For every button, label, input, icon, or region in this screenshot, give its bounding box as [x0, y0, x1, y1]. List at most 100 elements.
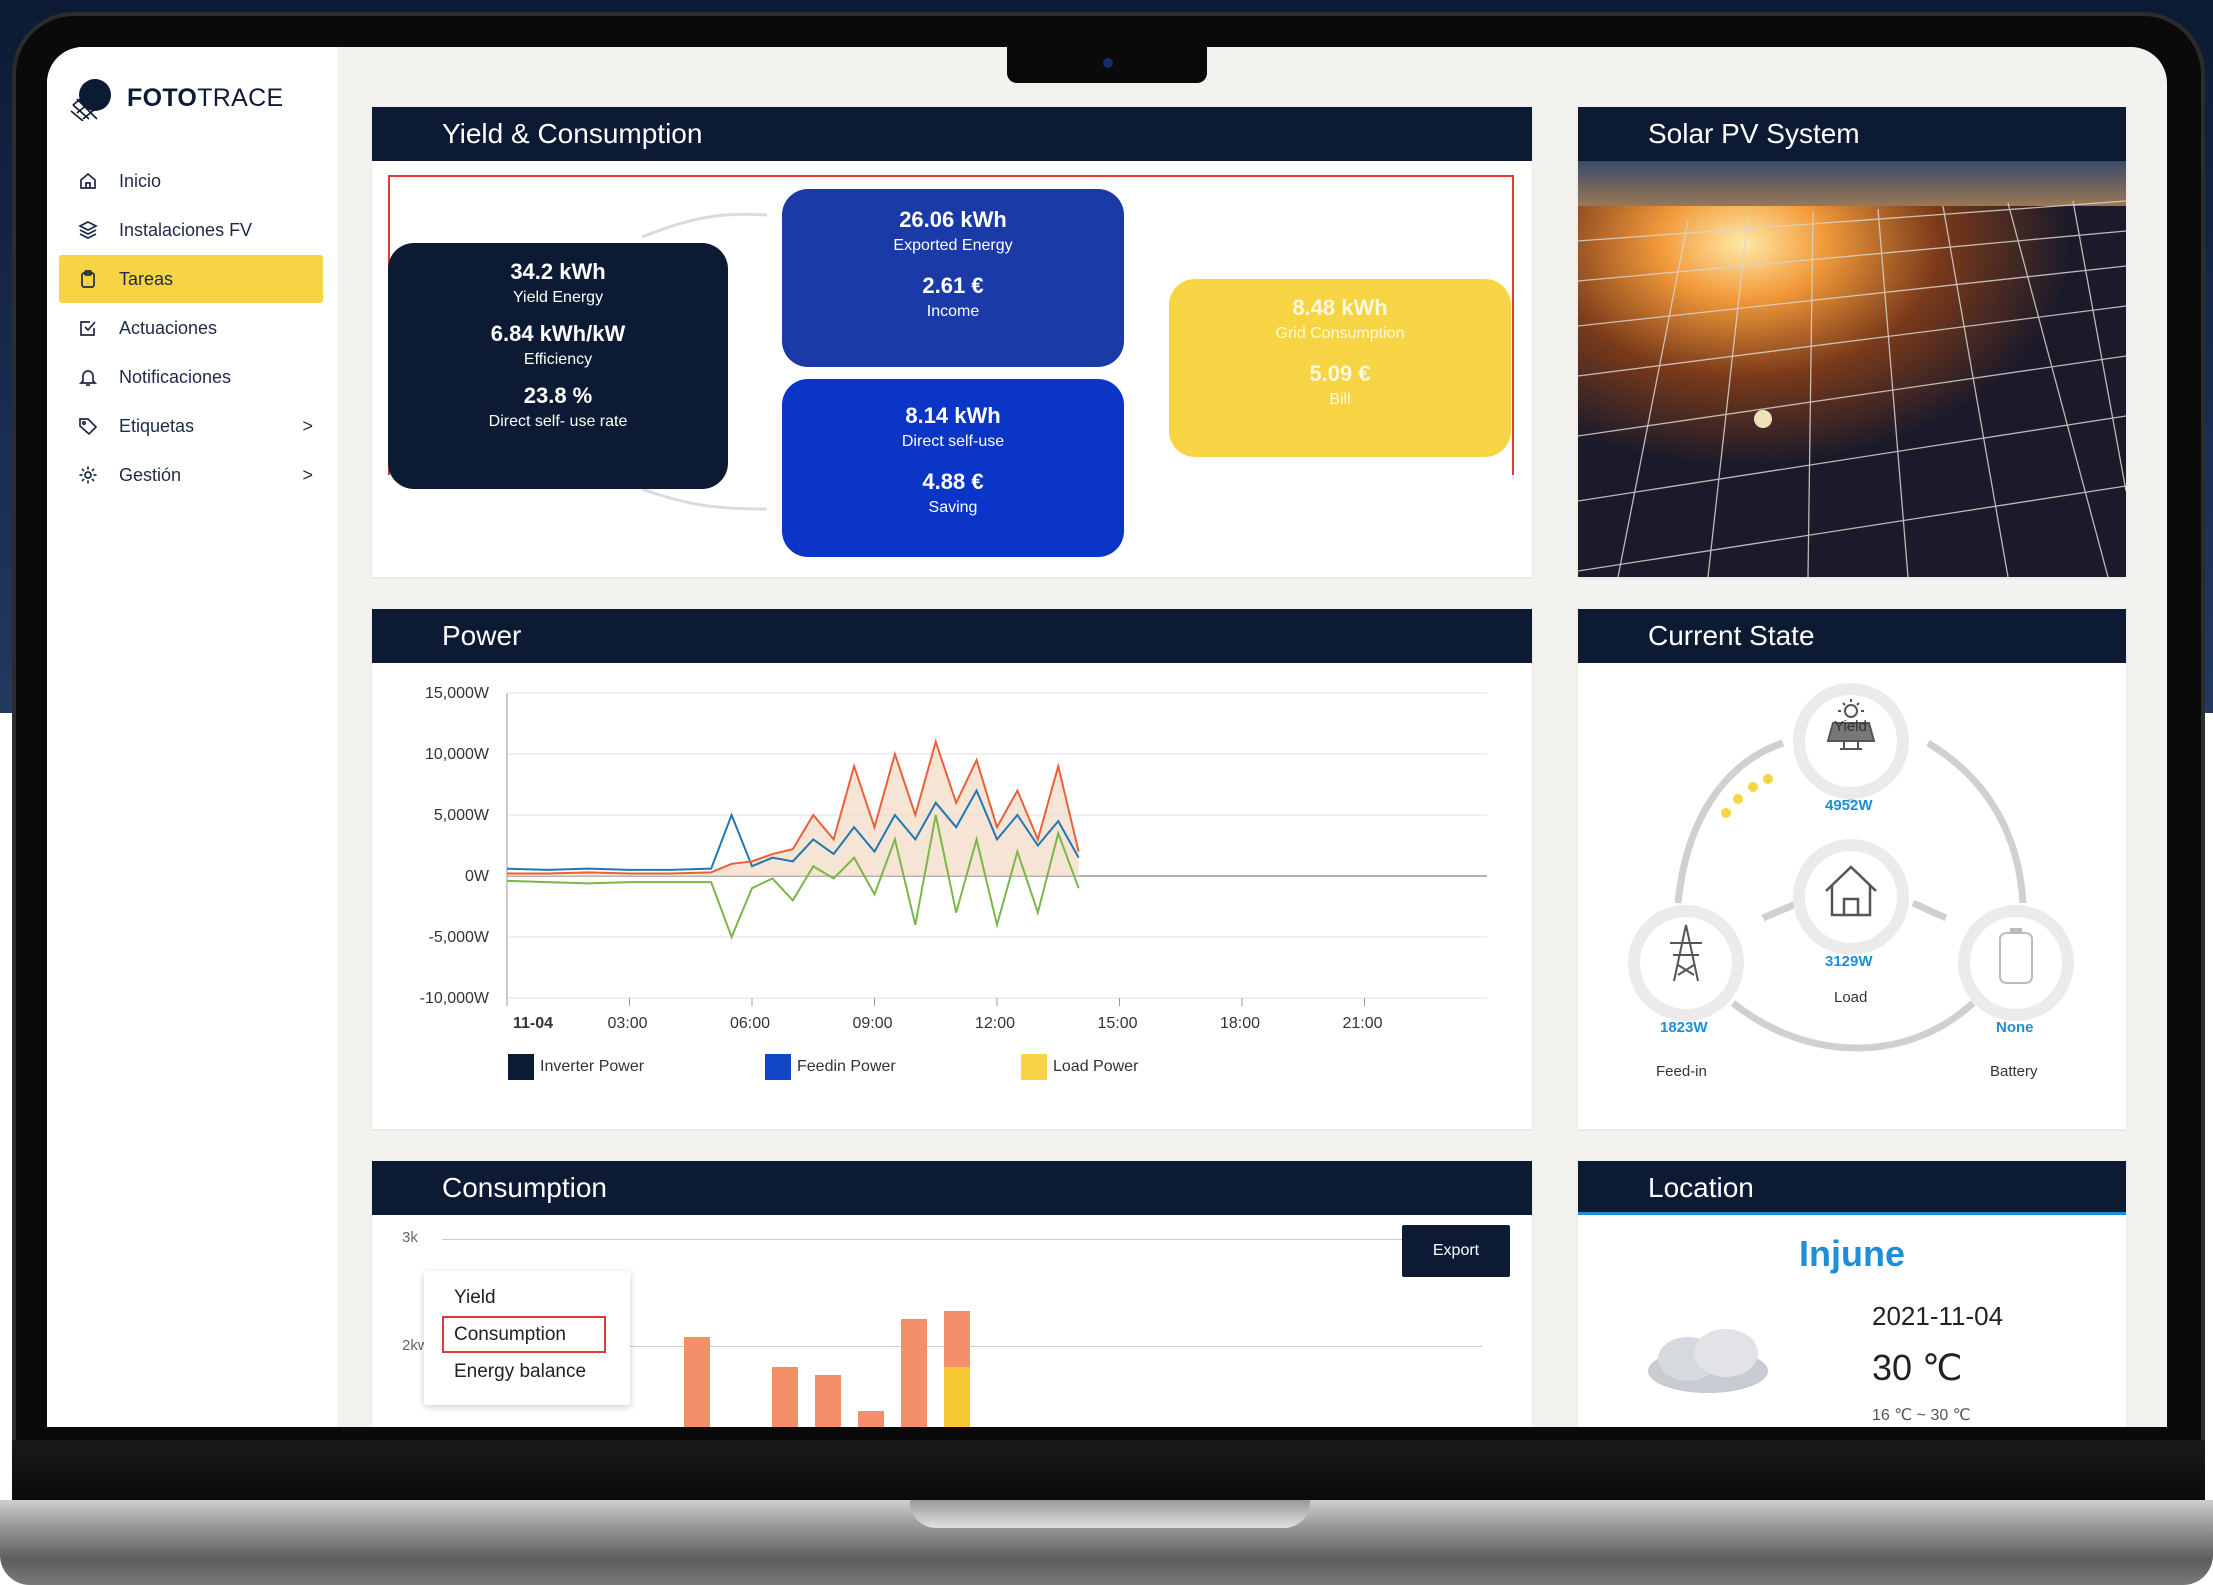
solar-panel-photo — [1578, 161, 2126, 577]
menu-item-energy-balance[interactable]: Energy balance — [424, 1353, 630, 1390]
current-state-panel: Current State Yield 4952W 3129W Load 182… — [1578, 609, 2126, 1129]
legend-label: Feedin Power — [797, 1058, 896, 1075]
bar[interactable] — [944, 1311, 970, 1367]
city-name: Injune — [1799, 1233, 1905, 1274]
saving-value: 4.88 € — [922, 469, 984, 494]
y-tick-label: -5,000W — [429, 929, 490, 946]
panel-title: Consumption — [372, 1161, 1532, 1215]
legend-label: Load Power — [1053, 1058, 1139, 1075]
bar[interactable] — [901, 1319, 927, 1427]
chevron-right-icon: > — [302, 416, 313, 436]
consumption-panel: Consumption 3k 2kwh Yield Consumption En… — [372, 1161, 1532, 1427]
grid-consumption-label: Grid Consumption — [1275, 325, 1405, 342]
load-area — [507, 741, 1079, 876]
legend-label: Inverter Power — [540, 1058, 645, 1075]
tag-icon — [77, 415, 99, 437]
chart-type-menu[interactable]: Yield Consumption Energy balance — [424, 1271, 630, 1405]
x-tick-label: 15:00 — [1098, 1015, 1138, 1032]
exported-energy-label: Exported Energy — [893, 237, 1013, 254]
y-tick-label: 0W — [465, 868, 490, 885]
gear-icon — [77, 464, 99, 486]
laptop-hinge — [12, 1440, 2205, 1502]
yield-node-value: 4952W — [1825, 797, 1873, 814]
cloud-icon — [1648, 1329, 1768, 1393]
grid-consumption-value: 8.48 kWh — [1292, 295, 1388, 320]
battery-node-label: Battery — [1990, 1063, 2038, 1080]
weather-temp: 30 ℃ — [1872, 1347, 1963, 1388]
legend-feedin[interactable]: Feedin Power — [765, 1054, 896, 1080]
income-value: 2.61 € — [922, 273, 984, 298]
self-use-label: Direct self-use — [901, 433, 1005, 450]
sidebar-item-inicio[interactable]: Inicio — [59, 157, 323, 205]
bill-value: 5.09 € — [1309, 361, 1371, 386]
x-tick-label: 12:00 — [975, 1015, 1015, 1032]
menu-item-consumption[interactable]: Consumption — [442, 1316, 606, 1353]
self-use-card[interactable]: 8.14 kWh Direct self-use 4.88 € Saving — [782, 379, 1124, 557]
feedin-node-value: 1823W — [1660, 1019, 1708, 1036]
laptop-opening-groove — [910, 1500, 1310, 1528]
sidebar-item-actuaciones[interactable]: Actuaciones — [59, 304, 323, 352]
yield-energy-value: 34.2 kWh — [510, 259, 606, 284]
y-tick-label: 15,000W — [425, 685, 490, 702]
power-chart[interactable]: 15,000W 10,000W 5,000W 0W -5,000W -10,000W 11-… — [372, 663, 1532, 1083]
bar[interactable] — [944, 1367, 970, 1427]
saving-label: Saving — [928, 499, 978, 516]
y-tick-label: 3k — [402, 1229, 418, 1246]
self-use-rate-value: 23.8 % — [523, 383, 593, 408]
logo-icon — [69, 75, 115, 122]
sidebar-item-label: Actuaciones — [119, 317, 218, 338]
y-tick-label: -10,000W — [420, 990, 490, 1007]
panel-title: Current State — [1578, 609, 2126, 663]
bar[interactable] — [772, 1367, 798, 1427]
brand-name: FOTOTRACE — [127, 83, 284, 112]
feedin-node-label: Feed-in — [1656, 1063, 1707, 1080]
sidebar-item-label: Instalaciones FV — [119, 219, 253, 240]
bill-label: Bill — [1329, 391, 1351, 408]
load-node-value: 3129W — [1825, 953, 1873, 970]
x-tick-label: 09:00 — [853, 1015, 893, 1032]
sidebar-item-gestion[interactable]: Gestión > — [59, 451, 323, 499]
sidebar-item-tareas[interactable]: Tareas — [59, 255, 323, 303]
legend-swatch — [508, 1054, 534, 1080]
sidebar-item-label: Notificaciones — [119, 366, 232, 387]
yield-consumption-panel: Yield & Consumption 34.2 kWh Yield Energ… — [372, 107, 1532, 577]
panel-title: Location — [1578, 1161, 2126, 1215]
location-panel: Location Injune 2021-11-04 30 ℃ 16 ℃ ~ 3… — [1578, 1161, 2126, 1427]
weather-date: 2021-11-04 — [1872, 1301, 2004, 1331]
sidebar-nav: Inicio Instalaciones FV Tareas Actuacion… — [59, 157, 323, 500]
yield-summary-card[interactable]: 34.2 kWh Yield Energy 6.84 kWh/kW Effici… — [388, 243, 728, 489]
grid-consumption-card[interactable]: 8.48 kWh Grid Consumption 5.09 € Bill — [1169, 279, 1511, 457]
yield-energy-label: Yield Energy — [512, 289, 604, 306]
sidebar: FOTOTRACE Inicio Instalaciones FV Tareas… — [47, 47, 337, 1427]
layers-icon — [77, 219, 99, 241]
sidebar-item-label: Inicio — [119, 170, 162, 191]
sidebar-item-notificaciones[interactable]: Notificaciones — [59, 353, 323, 401]
camera-icon — [1103, 58, 1113, 68]
power-panel: Power 15,000W 10,000W 5,000W 0W -5,000W -10,0… — [372, 609, 1532, 1129]
bell-icon — [77, 366, 99, 388]
sidebar-item-etiquetas[interactable]: Etiquetas > — [59, 402, 323, 450]
weather-range: 16 ℃ ~ 30 ℃ — [1872, 1407, 1971, 1424]
home-icon — [77, 170, 99, 192]
panel-title: Power — [372, 609, 1532, 663]
sidebar-item-label: Tareas — [119, 268, 174, 289]
sidebar-item-label: Gestión — [119, 464, 182, 485]
x-tick-label: 11-04 — [513, 1015, 553, 1032]
chevron-right-icon: > — [302, 465, 313, 485]
consumption-chart-area: 3k 2kwh Yield Consumption Energy balance… — [372, 1215, 1532, 1427]
menu-item-yield[interactable]: Yield — [424, 1279, 630, 1316]
legend-swatch — [765, 1054, 791, 1080]
screen: FOTOTRACE Inicio Instalaciones FV Tareas… — [47, 47, 2167, 1427]
bar[interactable] — [815, 1375, 841, 1427]
bar[interactable] — [858, 1411, 884, 1427]
yield-node-label: Yield — [1834, 718, 1867, 735]
legend-load[interactable]: Load Power — [1021, 1054, 1138, 1080]
exported-energy-card[interactable]: 26.06 kWh Exported Energy 2.61 € Income — [782, 189, 1124, 367]
bar[interactable] — [684, 1337, 710, 1427]
y-tick-label: 10,000W — [425, 746, 490, 763]
sidebar-item-instalaciones[interactable]: Instalaciones FV — [59, 206, 323, 254]
legend-inverter[interactable]: Inverter Power — [508, 1054, 644, 1080]
export-button[interactable]: Export — [1402, 1225, 1510, 1277]
brand-logo[interactable]: FOTOTRACE — [69, 75, 284, 122]
load-node-label: Load — [1834, 989, 1868, 1006]
